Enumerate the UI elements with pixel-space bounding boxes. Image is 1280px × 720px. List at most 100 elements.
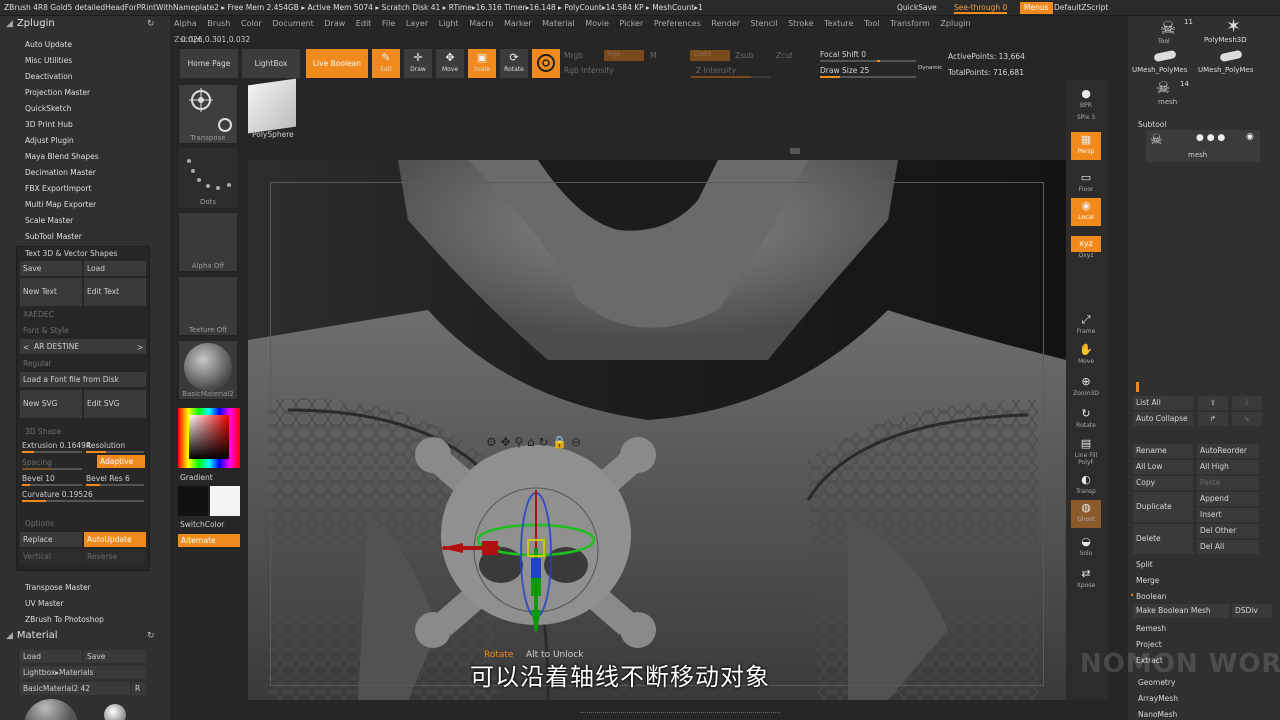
- subtool-scroll-handle[interactable]: [1136, 382, 1139, 392]
- material-slider[interactable]: BasicMaterial2 42: [20, 682, 130, 695]
- spacing-track[interactable]: [22, 468, 82, 470]
- text3d-load-button[interactable]: Load: [84, 261, 146, 276]
- tool-thumb-mesh[interactable]: ☠ 14 mesh: [1148, 78, 1189, 106]
- home-page-button[interactable]: Home Page: [180, 49, 238, 78]
- texture-thumb[interactable]: Texture Off: [178, 276, 238, 336]
- menu-transform[interactable]: Transform: [886, 16, 934, 32]
- menu-material[interactable]: Material: [538, 16, 579, 32]
- bpr-button[interactable]: ● BPR: [1071, 86, 1101, 114]
- xpose-button[interactable]: ⇄ Xpose: [1071, 566, 1101, 594]
- polysphere-icon[interactable]: [248, 78, 296, 134]
- autoupdate-toggle[interactable]: AutoUpdate: [84, 532, 146, 547]
- focal-shift-track[interactable]: [820, 60, 916, 62]
- material-preview-sphere[interactable]: [24, 699, 78, 720]
- rgb-button[interactable]: Rgb: [604, 50, 644, 61]
- edit-mode-button[interactable]: ✎ Edit: [372, 49, 400, 78]
- move-up-arrow-icon[interactable]: ⇧: [1198, 396, 1228, 410]
- all-high-button[interactable]: All High: [1197, 460, 1259, 474]
- bevel-res-slider[interactable]: Bevel Res 6: [86, 474, 130, 483]
- arrow-down-right-icon[interactable]: ↳: [1232, 412, 1262, 426]
- font-next-arrow-icon[interactable]: >: [137, 343, 143, 352]
- plugin-uv-master[interactable]: UV Master: [25, 599, 64, 608]
- draw-mode-button[interactable]: ✛ Draw: [404, 49, 432, 78]
- make-boolean-mesh-button[interactable]: Make Boolean Mesh: [1133, 604, 1229, 618]
- remesh-section[interactable]: Remesh: [1136, 624, 1166, 633]
- dsdiv-slider[interactable]: DSDiv: [1232, 604, 1272, 618]
- persp-button[interactable]: ▦ Persp: [1071, 132, 1101, 160]
- subtool-item-mesh[interactable]: ☠ ● ● ● ◉ mesh: [1146, 130, 1260, 162]
- focal-shift-slider[interactable]: Focal Shift 0: [820, 50, 866, 59]
- switch-color-button[interactable]: SwitchColor: [180, 520, 224, 529]
- move-mode-button[interactable]: ✥ Move: [436, 49, 464, 78]
- eye-icon[interactable]: ◉: [1246, 132, 1254, 142]
- new-svg-button[interactable]: New SVG: [20, 390, 82, 418]
- edit-svg-button[interactable]: Edit SVG: [84, 390, 146, 418]
- extrusion-slider[interactable]: Extrusion 0.16494: [22, 441, 91, 450]
- plugin-misc-utilities[interactable]: Misc Utilities: [25, 56, 72, 65]
- reverse-toggle[interactable]: Reverse: [84, 549, 146, 564]
- resolution-track[interactable]: [86, 451, 144, 453]
- menu-edit[interactable]: Edit: [352, 16, 376, 32]
- lightbox-materials-button[interactable]: Lightbox▸Materials: [20, 666, 146, 679]
- color-square[interactable]: [189, 415, 229, 459]
- new-text-button[interactable]: New Text: [20, 278, 82, 306]
- transpose-thumb[interactable]: Transpose: [178, 84, 238, 144]
- alpha-thumb[interactable]: Alpha Off: [178, 212, 238, 272]
- plugin-projection-master[interactable]: Projection Master: [25, 88, 90, 97]
- polyf-button[interactable]: ▤ Line Fill PolyF: [1071, 436, 1101, 470]
- z-intensity-track[interactable]: [691, 76, 771, 78]
- gizmo-toggle[interactable]: [532, 49, 560, 78]
- scale-mode-button[interactable]: ▣ Scale: [468, 49, 496, 78]
- menu-render[interactable]: Render: [707, 16, 743, 32]
- menus-button[interactable]: Menus: [1020, 2, 1053, 14]
- dynamic-toggle[interactable]: Dynamic: [918, 65, 942, 71]
- menu-tool[interactable]: Tool: [860, 16, 884, 32]
- draw-size-slider[interactable]: Draw Size 25: [820, 66, 869, 75]
- auto-reorder-button[interactable]: AutoReorder: [1197, 444, 1259, 458]
- live-boolean-toggle[interactable]: Live Boolean: [306, 49, 368, 78]
- bottom-scroll-dots[interactable]: [580, 712, 780, 715]
- paste-button[interactable]: Paste: [1197, 476, 1259, 490]
- resolution-slider[interactable]: Resolution: [86, 441, 125, 450]
- material-r-button[interactable]: R: [132, 682, 146, 695]
- subtool-header[interactable]: Subtool: [1138, 120, 1166, 129]
- bevel-slider[interactable]: Bevel 10: [22, 474, 55, 483]
- zcut-button[interactable]: Zcut: [776, 51, 793, 60]
- z-intensity-slider[interactable]: Z Intensity: [696, 66, 736, 75]
- zadd-button[interactable]: Zadd: [690, 50, 730, 61]
- material-preview-flat[interactable]: [104, 704, 126, 720]
- menu-movie[interactable]: Movie: [581, 16, 613, 32]
- plugin-subtool-master[interactable]: SubTool Master: [25, 232, 82, 241]
- menu-picker[interactable]: Picker: [615, 16, 647, 32]
- zsub-button[interactable]: Zsub: [735, 51, 754, 60]
- spacing-slider[interactable]: Spacing: [22, 458, 52, 467]
- boolean-section[interactable]: Boolean: [1136, 592, 1166, 601]
- default-zscript-button[interactable]: DefaultZScript: [1050, 2, 1112, 14]
- geometry-section[interactable]: Geometry: [1138, 678, 1175, 687]
- secondary-color-swatch[interactable]: [210, 486, 240, 516]
- refresh-icon[interactable]: ↻: [147, 19, 155, 29]
- transp-button[interactable]: ◐ Transp: [1071, 472, 1101, 500]
- plugin-maya-blend-shapes[interactable]: Maya Blend Shapes: [25, 152, 99, 161]
- options-header[interactable]: Options: [25, 519, 54, 528]
- see-through-slider[interactable]: See-through 0: [950, 2, 1011, 14]
- move-down-arrow-icon[interactable]: ⇩: [1232, 396, 1262, 410]
- nanomesh-section[interactable]: NanoMesh: [1138, 710, 1177, 719]
- tool-thumb-umesh2[interactable]: UMesh_PolyMes: [1198, 49, 1266, 78]
- menu-macro[interactable]: Macro: [465, 16, 497, 32]
- tool-thumb-polymesh3d[interactable]: ✶ PolyMesh3D: [1204, 16, 1264, 46]
- mrgb-button[interactable]: Mrgb: [564, 51, 583, 60]
- font-selector[interactable]: AR DESTINE: [20, 339, 146, 354]
- plugin-3d-print-hub[interactable]: 3D Print Hub: [25, 120, 73, 129]
- quicksave-button[interactable]: QuickSave: [893, 2, 941, 14]
- plugin-quicksketch[interactable]: QuickSketch: [25, 104, 71, 113]
- font-prev-arrow-icon[interactable]: <: [23, 343, 29, 352]
- menu-draw[interactable]: Draw: [320, 16, 349, 32]
- material-load-button[interactable]: Load: [20, 650, 82, 663]
- zoom3d-button[interactable]: ⊕ Zoom3D: [1071, 374, 1101, 402]
- auto-collapse-button[interactable]: Auto Collapse: [1133, 412, 1193, 426]
- font-weight-selector[interactable]: Regular: [23, 359, 52, 368]
- local-button[interactable]: ◉ Local: [1071, 198, 1101, 226]
- plugin-adjust[interactable]: Adjust Plugin: [25, 136, 74, 145]
- material-title[interactable]: ◢ Material: [6, 630, 58, 641]
